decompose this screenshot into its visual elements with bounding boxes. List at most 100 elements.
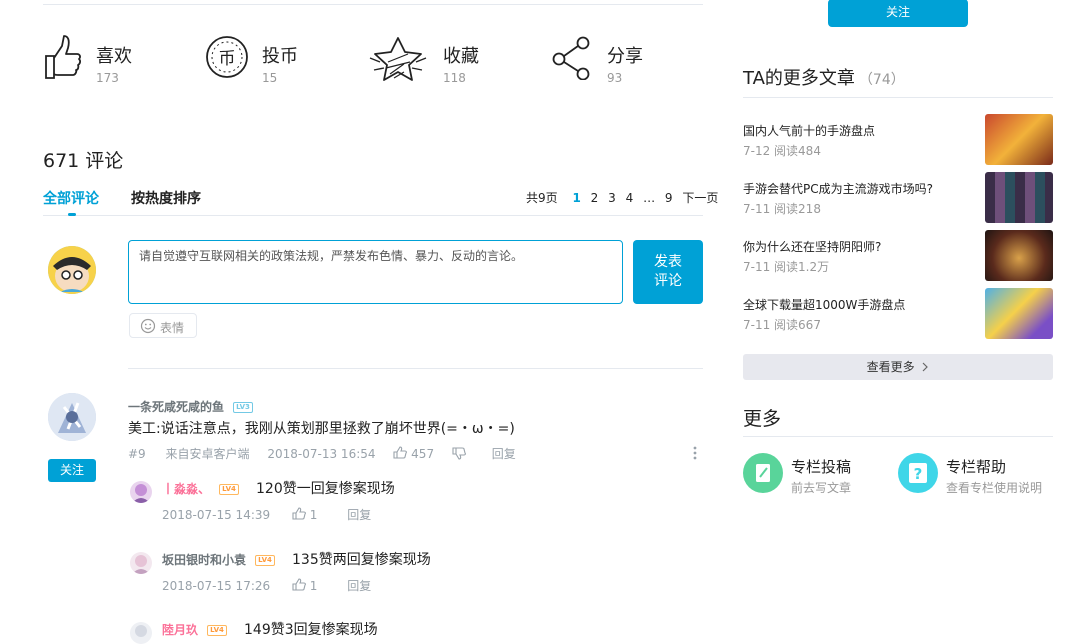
comment-text: 美工:说话注意点，我刚从策划那里拯救了崩坏世界(=・ω・=) <box>128 421 515 437</box>
commenter-name[interactable]: 一条死咸死咸的鱼 <box>128 400 224 414</box>
post-comment-label: 发表 评论 <box>654 254 682 289</box>
article-thumbnail[interactable] <box>985 114 1053 165</box>
avatar-cartoon-icon <box>48 246 96 294</box>
article-meta: 7-11 阅读1.2万 <box>743 260 830 274</box>
article-title[interactable]: 手游会替代PC成为主流游戏市场吗? <box>743 180 933 197</box>
more-options-icon[interactable] <box>692 445 698 461</box>
more-articles-label: TA的更多文章 <box>743 68 855 89</box>
avatar-icon <box>132 555 150 574</box>
commenter-avatar[interactable] <box>48 393 96 441</box>
like-action[interactable]: 喜欢 173 <box>43 34 163 86</box>
follow-author-button[interactable]: 关注 <box>828 0 968 27</box>
reply-avatar[interactable] <box>130 481 152 503</box>
tab-hot-sort[interactable]: 按热度排序 <box>131 188 201 208</box>
coin-icon: 币 <box>206 36 248 78</box>
article-title[interactable]: 国内人气前十的手游盘点 <box>743 122 875 139</box>
tabs-divider <box>43 215 703 216</box>
reply-username[interactable]: 陸月玖 <box>162 623 198 637</box>
reply-reply-button[interactable]: 回复 <box>347 579 371 593</box>
favorite-action[interactable]: 收藏 118 <box>368 34 488 86</box>
reply-like-count: 1 <box>309 508 318 522</box>
reply-username[interactable]: 丨淼淼、 <box>162 482 210 496</box>
reply-row: 丨淼淼、 LV4 120赞一回复惨案现场 <box>162 478 395 498</box>
reply-avatar[interactable] <box>130 552 152 574</box>
article-meta: 7-12 阅读484 <box>743 144 821 158</box>
contribute-subtitle: 前去写文章 <box>791 481 852 495</box>
svg-text:币: 币 <box>219 49 236 69</box>
sidebar-divider <box>743 436 1053 437</box>
like-label: 喜欢 <box>96 46 132 67</box>
pager-page-1[interactable]: 1 <box>572 191 580 205</box>
follow-commenter-button[interactable]: 关注 <box>48 459 96 482</box>
post-comment-button[interactable]: 发表 评论 <box>633 240 703 304</box>
comment-like-button[interactable]: 457 <box>393 446 438 461</box>
comments-divider <box>128 368 703 369</box>
share-icon <box>552 36 590 80</box>
chevron-right-icon <box>922 362 929 372</box>
coin-action[interactable]: 币 投币 15 <box>204 34 324 86</box>
pagination: 共9页 1 2 3 4 … 9 下一页 <box>523 189 721 206</box>
pager-next[interactable]: 下一页 <box>682 189 718 206</box>
article-thumbnail[interactable] <box>985 172 1053 223</box>
level-badge: LV4 <box>219 484 239 495</box>
help-link[interactable]: ? 专栏帮助 查看专栏使用说明 <box>898 453 1053 495</box>
thumbs-up-icon <box>393 446 408 459</box>
comment-input[interactable]: 请自觉遵守互联网相关的政策法规，严禁发布色情、暴力、反动的言论。 <box>128 240 623 304</box>
user-avatar[interactable] <box>48 246 96 294</box>
pager-ellipsis: … <box>643 191 656 205</box>
reply-time: 2018-07-15 17:26 <box>162 579 271 593</box>
comment-meta: #9 来自安卓客户端 2018-07-13 16:54 457 回复 <box>128 445 516 462</box>
comment-count-title: 671 评论 <box>43 150 124 172</box>
smiley-icon <box>140 318 156 334</box>
emoji-button[interactable]: 表情 <box>129 313 197 338</box>
reply-username[interactable]: 坂田银时和小袁 <box>162 553 246 567</box>
thumbs-down-icon <box>452 447 466 460</box>
article-meta: 7-11 阅读667 <box>743 318 821 332</box>
reply-text: 149赞3回复惨案现场 <box>244 622 378 638</box>
reply-like-button[interactable]: 1 <box>292 507 321 522</box>
share-label: 分享 <box>607 46 643 67</box>
pen-icon <box>743 453 783 493</box>
reply-avatar[interactable] <box>130 622 152 644</box>
level-badge: LV4 <box>255 555 275 566</box>
contribute-title: 专栏投稿 <box>791 458 852 476</box>
article-thumbnail[interactable] <box>985 230 1053 281</box>
help-subtitle: 查看专栏使用说明 <box>946 481 1043 495</box>
article-title[interactable]: 你为什么还在坚持阴阳师? <box>743 238 881 255</box>
more-section-title: 更多 <box>743 408 782 430</box>
commenter-name-row: 一条死咸死咸的鱼 LV3 <box>128 396 253 415</box>
pager-page-4[interactable]: 4 <box>626 191 634 205</box>
comment-like-count: 457 <box>411 447 435 461</box>
see-more-button[interactable]: 查看更多 <box>743 354 1053 380</box>
comment-dislike-button[interactable] <box>452 447 470 461</box>
pager-page-2[interactable]: 2 <box>591 191 599 205</box>
share-action[interactable]: 分享 93 <box>551 34 671 86</box>
article-title[interactable]: 全球下载量超1000W手游盘点 <box>743 296 905 313</box>
pager-page-9[interactable]: 9 <box>665 191 673 205</box>
reply-reply-button[interactable]: 回复 <box>347 508 371 522</box>
comment-reply-button[interactable]: 回复 <box>492 447 516 461</box>
help-title: 专栏帮助 <box>946 458 1007 476</box>
star-icon <box>369 37 427 81</box>
see-more-label: 查看更多 <box>866 360 915 374</box>
reply-row: 坂田银时和小袁 LV4 135赞两回复惨案现场 <box>162 549 431 569</box>
reply-like-button[interactable]: 1 <box>292 578 321 593</box>
pager-page-3[interactable]: 3 <box>608 191 616 205</box>
favorite-label: 收藏 <box>443 46 479 67</box>
thumbs-up-icon <box>292 507 306 520</box>
contribute-link[interactable]: 专栏投稿 前去写文章 <box>743 453 883 495</box>
thumbs-up-icon <box>45 35 81 79</box>
like-count: 173 <box>96 71 119 85</box>
reply-meta: 2018-07-15 17:26 1 回复 <box>162 577 371 594</box>
question-icon: ? <box>898 453 938 493</box>
avatar-icon <box>132 484 150 503</box>
svg-text:?: ? <box>914 465 923 483</box>
reply-text: 135赞两回复惨案现场 <box>292 552 431 568</box>
active-tab-indicator <box>68 213 76 216</box>
comment-floor: #9 <box>128 447 146 461</box>
article-thumbnail[interactable] <box>985 288 1053 339</box>
reply-like-count: 1 <box>309 579 318 593</box>
level-badge: LV3 <box>233 402 253 413</box>
tab-all-comments[interactable]: 全部评论 <box>43 188 99 208</box>
more-articles-title: TA的更多文章 （74） <box>743 64 905 90</box>
